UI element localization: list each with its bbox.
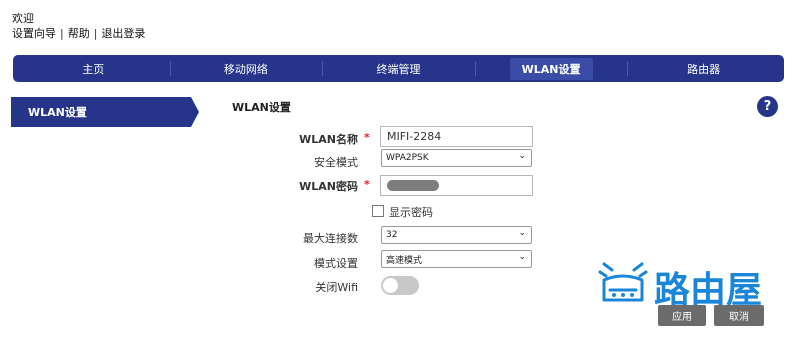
link-separator: |	[60, 27, 64, 40]
help-link[interactable]: 帮助	[68, 26, 90, 41]
chevron-down-icon: ⌄	[518, 151, 526, 161]
nav-wlan-settings-label: WLAN设置	[509, 57, 593, 80]
max-connections-value: 32	[386, 230, 398, 240]
chevron-down-icon: ⌄	[518, 252, 526, 262]
security-mode-select[interactable]: WPA2PSK ⌄	[381, 149, 532, 167]
setup-wizard-link[interactable]: 设置向导	[12, 26, 56, 41]
router-house-logo: 路由屋	[598, 262, 762, 310]
wifi-off-toggle[interactable]	[381, 276, 419, 295]
ssid-input[interactable]: MIFI-2284	[380, 126, 533, 147]
apply-button[interactable]: 应用	[658, 305, 706, 326]
nav-router-label: 路由器	[687, 62, 721, 76]
toggle-knob	[383, 278, 398, 293]
top-links: 欢迎 设置向导 | 帮助 | 退出登录	[12, 11, 145, 41]
max-connections-label: 最大连接数	[303, 232, 358, 245]
show-password-checkbox[interactable]	[372, 205, 384, 217]
mode-value: 高速模式	[386, 255, 423, 266]
required-mark: *	[364, 131, 370, 144]
required-mark: *	[364, 178, 370, 191]
wifi-off-label: 关闭Wifi	[315, 281, 358, 294]
logout-link[interactable]: 退出登录	[101, 26, 145, 41]
security-mode-label: 安全模式	[314, 156, 358, 169]
nav-router[interactable]: 路由器	[627, 55, 780, 82]
nav-wlan-settings[interactable]: WLAN设置	[474, 55, 628, 82]
show-password-label: 显示密码	[389, 206, 433, 219]
nav-mobile-network-label: 移动网络	[223, 62, 268, 76]
ssid-label: WLAN名称	[299, 133, 358, 146]
nav-home[interactable]: 主页	[17, 55, 170, 82]
mode-select[interactable]: 高速模式 ⌄	[381, 250, 532, 268]
nav-device-management[interactable]: 终端管理	[322, 55, 475, 82]
link-separator: |	[93, 27, 98, 40]
max-connections-select[interactable]: 32 ⌄	[381, 226, 532, 244]
password-input[interactable]	[380, 175, 533, 196]
password-mask	[387, 180, 439, 191]
nav-home-label: 主页	[82, 62, 105, 76]
watermark-text: 路由屋	[654, 270, 762, 310]
cancel-button[interactable]: 取消	[714, 305, 764, 326]
mode-label: 模式设置	[314, 257, 358, 270]
welcome-text: 欢迎	[12, 12, 34, 25]
chevron-down-icon: ⌄	[518, 228, 526, 238]
nav-mobile-network[interactable]: 移动网络	[169, 55, 323, 82]
sidebar-item-wlan-settings[interactable]: WLAN设置	[11, 97, 191, 127]
security-mode-value: WPA2PSK	[386, 153, 429, 163]
nav-device-management-label: 终端管理	[376, 62, 421, 76]
section-title: WLAN设置	[232, 101, 291, 114]
sidebar-active-arrow	[191, 97, 199, 127]
password-label: WLAN密码	[299, 180, 358, 193]
help-icon[interactable]: ?	[757, 96, 778, 117]
main-nav: 主页 移动网络 终端管理 WLAN设置 路由器	[13, 55, 784, 82]
sidebar-item-label: WLAN设置	[28, 106, 87, 119]
